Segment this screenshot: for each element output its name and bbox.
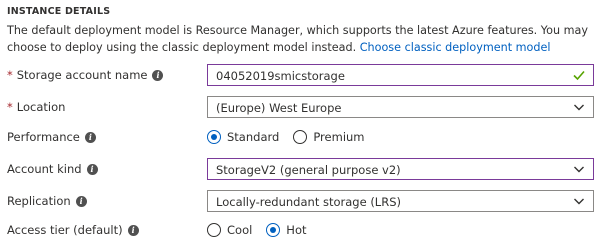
performance-standard-radio[interactable]: Standard [207, 130, 279, 144]
replication-label-text: Replication [7, 194, 71, 208]
chevron-down-icon [574, 104, 584, 111]
info-icon[interactable]: i [75, 195, 87, 207]
radio-unselected [293, 130, 308, 144]
radio-selected [207, 130, 221, 144]
row-access-tier: Access tier (default) i Cool Hot [0, 219, 605, 241]
info-icon[interactable]: i [86, 163, 98, 175]
row-location: * Location (Europe) West Europe [0, 96, 605, 118]
storage-account-name-input[interactable]: 04052019smicstorage [207, 64, 594, 86]
location-value: (Europe) West Europe [216, 101, 342, 115]
account-kind-label: Account kind i [7, 162, 98, 176]
radio-label: Premium [313, 130, 365, 144]
check-icon [573, 70, 585, 81]
account-kind-value: StorageV2 (general purpose v2) [216, 163, 401, 177]
performance-label: Performance i [7, 130, 96, 144]
access-tier-label: Access tier (default) i [7, 223, 139, 237]
row-performance: Performance i Standard Premium [0, 126, 605, 148]
info-icon[interactable]: i [84, 131, 96, 143]
info-icon[interactable]: i [127, 224, 139, 236]
access-tier-radio-group: Cool Hot [207, 219, 321, 241]
required-marker: * [7, 68, 13, 82]
description: The default deployment model is Resource… [7, 22, 602, 56]
radio-selected [266, 223, 281, 237]
account-kind-select[interactable]: StorageV2 (general purpose v2) [207, 158, 594, 180]
info-icon[interactable]: i [152, 69, 164, 81]
access-tier-hot-radio[interactable]: Hot [266, 223, 307, 237]
chevron-down-icon [574, 198, 584, 205]
chevron-down-icon [574, 166, 584, 173]
replication-label: Replication i [7, 194, 87, 208]
access-tier-label-text: Access tier (default) [7, 223, 123, 237]
access-tier-cool-radio[interactable]: Cool [207, 223, 252, 237]
radio-label: Hot [286, 223, 307, 237]
storage-account-name-label: * Storage account name i [7, 68, 164, 82]
performance-premium-radio[interactable]: Premium [293, 130, 365, 144]
performance-radio-group: Standard Premium [207, 126, 379, 148]
account-kind-label-text: Account kind [7, 162, 82, 176]
location-label: * Location [7, 100, 65, 114]
storage-account-name-label-text: Storage account name [16, 68, 148, 82]
replication-select[interactable]: Locally-redundant storage (LRS) [207, 190, 594, 212]
replication-value: Locally-redundant storage (LRS) [216, 195, 401, 209]
row-storage-account-name: * Storage account name i 04052019smicsto… [0, 64, 605, 86]
location-label-text: Location [16, 100, 66, 114]
required-marker: * [7, 100, 13, 114]
radio-label: Standard [227, 130, 280, 144]
storage-account-name-value: 04052019smicstorage [216, 69, 345, 83]
section-title: INSTANCE DETAILS [7, 6, 111, 17]
radio-label: Cool [227, 223, 253, 237]
radio-unselected [207, 223, 221, 237]
row-replication: Replication i Locally-redundant storage … [0, 190, 605, 212]
row-account-kind: Account kind i StorageV2 (general purpos… [0, 158, 605, 180]
location-select[interactable]: (Europe) West Europe [207, 96, 594, 118]
performance-label-text: Performance [7, 130, 80, 144]
classic-deployment-link[interactable]: Choose classic deployment model [360, 41, 551, 54]
